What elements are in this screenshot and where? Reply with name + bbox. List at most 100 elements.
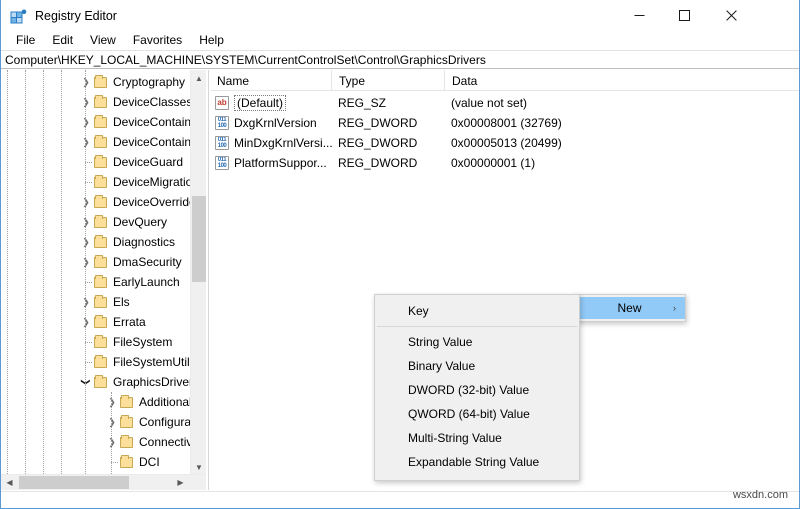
tree-item-label: Cryptography [113, 75, 186, 89]
minimize-button[interactable] [617, 0, 662, 31]
tree-item-filesystem[interactable]: ❯FileSystem [79, 332, 172, 352]
maximize-button[interactable] [662, 0, 707, 31]
menu-item-edit[interactable]: Edit [44, 31, 82, 50]
submenu-item-dword-32-bit-value[interactable]: DWORD (32-bit) Value [375, 378, 579, 402]
registry-tree-pane: ❯ Cryptography ❯ DeviceClasses ❯ DeviceContai… [1, 70, 206, 490]
submenu-item-string-value[interactable]: String Value [375, 330, 579, 354]
submenu-separator [377, 326, 577, 327]
registry-editor-icon [10, 9, 27, 24]
value-row[interactable]: ab (Default) REG_SZ (value not set) [211, 93, 799, 113]
menu-item-view[interactable]: View [82, 31, 125, 50]
submenu-item-key[interactable]: Key [375, 299, 579, 323]
chevron-right-icon[interactable]: ❯ [105, 412, 119, 432]
tree-item-cryptography[interactable]: ❯ Cryptography [79, 72, 185, 92]
value-name-cell: PlatformSuppor... [211, 153, 331, 173]
menu-item-help[interactable]: Help [191, 31, 233, 50]
menu-item-file[interactable]: File [8, 31, 44, 50]
tree-item-errata[interactable]: ❯ Errata [79, 312, 146, 332]
tree-item-deviceclasses[interactable]: ❯ DeviceClasses [79, 92, 190, 112]
scroll-up-icon[interactable]: ▲ [191, 70, 206, 87]
folder-icon [119, 435, 135, 449]
chevron-right-icon[interactable]: ❯ [79, 252, 93, 272]
scroll-right-icon[interactable]: ▶ [172, 475, 189, 490]
menu-bar: File Edit View Favorites Help [1, 30, 799, 51]
tree-item-label: DeviceMigration [113, 175, 190, 189]
column-header-name[interactable]: Name [211, 70, 331, 91]
context-menu-new-submenu: Key String Value Binary Value DWORD (32-bit… [374, 294, 580, 481]
tree-item-devicemigration[interactable]: ❯DeviceMigration [79, 172, 190, 192]
tree-item-filesystemutil[interactable]: ❯FileSystemUtil [79, 352, 190, 372]
tree-item-graphicsdrivers[interactable]: ❯GraphicsDrivers [79, 372, 190, 392]
tree-item-deviceoverride[interactable]: ❯ DeviceOverride [79, 192, 190, 212]
tree-guide-column-3 [61, 70, 62, 476]
chevron-right-icon[interactable]: ❯ [105, 392, 119, 412]
tree-item-deviceguard[interactable]: ❯DeviceGuard [79, 152, 183, 172]
address-bar[interactable]: Computer\HKEY_LOCAL_MACHINE\SYSTEM\Curre… [1, 50, 799, 69]
tree-hscroll-thumb[interactable] [19, 476, 129, 489]
value-name-cell: DxgKrnlVersion [211, 113, 331, 133]
tree-item-label: Errata [113, 315, 146, 329]
tree-guide-tick [85, 162, 92, 163]
submenu-item-binary-value[interactable]: Binary Value [375, 354, 579, 378]
chevron-right-icon[interactable]: ❯ [79, 192, 93, 212]
value-row[interactable]: 011 100 MinDxgKrnlVersi... REG_DWORD 0x00005… [211, 133, 799, 153]
chevron-right-icon[interactable]: ❯ [79, 212, 93, 232]
value-data: 0x00000001 (1) [451, 156, 536, 170]
tree-item-connectivity[interactable]: ❯ Connectivity [105, 432, 190, 452]
column-header-type[interactable]: Type [331, 70, 444, 91]
tree-item-dmasecurity[interactable]: ❯ DmaSecurity [79, 252, 182, 272]
tree-item-earlylaunch[interactable]: ❯EarlyLaunch [79, 272, 180, 292]
chevron-right-icon[interactable]: ❯ [79, 232, 93, 252]
submenu-item-expandable-string-value[interactable]: Expandable String Value [375, 450, 579, 474]
tree-item-els[interactable]: ❯ Els [79, 292, 130, 312]
chevron-right-icon[interactable]: ❯ [79, 132, 93, 152]
scroll-left-icon[interactable]: ◀ [1, 475, 18, 490]
tree-guide-line-sub [111, 392, 112, 476]
tree-guide-tick [85, 282, 92, 283]
chevron-right-icon[interactable]: ❯ [79, 92, 93, 112]
column-header-data[interactable]: Data [444, 70, 644, 91]
tree-item-devicecontainer[interactable]: ❯ DeviceContainer [79, 112, 190, 132]
value-row[interactable]: 011 100 PlatformSuppor... REG_DWORD 0x000000… [211, 153, 799, 173]
tree-vertical-scrollbar[interactable]: ▲ ▼ [190, 70, 206, 476]
tree-vscroll-thumb[interactable] [192, 196, 206, 282]
close-button[interactable] [709, 0, 754, 31]
tree-item-label: FileSystemUtil [113, 355, 190, 369]
tree-item-label: AdditionalM [139, 395, 190, 409]
tree-item-devicecontainer[interactable]: ❯ DeviceContainer [79, 132, 190, 152]
tree-item-label: DeviceClasses [113, 95, 190, 109]
submenu-item-qword-64-bit-value[interactable]: QWORD (64-bit) Value [375, 402, 579, 426]
tree-item-diagnostics[interactable]: ❯ Diagnostics [79, 232, 175, 252]
tree-item-configuration[interactable]: ❯ Configuration [105, 412, 190, 432]
tree-item-label: DeviceContainer [113, 135, 190, 149]
chevron-right-icon[interactable]: ❯ [79, 292, 93, 312]
tree-item-devquery[interactable]: ❯ DevQuery [79, 212, 167, 232]
chevron-right-icon[interactable]: ❯ [79, 312, 93, 332]
value-name: DxgKrnlVersion [234, 116, 317, 130]
tree-guide-column-0 [7, 70, 8, 476]
context-menu-item-new[interactable]: New › [574, 297, 685, 319]
value-name-cell: MinDxgKrnlVersi... [211, 133, 333, 153]
tree-item-additionalm[interactable]: ❯ AdditionalM [105, 392, 190, 412]
watermark: wsxdn.com [732, 489, 788, 501]
tree-horizontal-scrollbar[interactable]: ◀ ▶ [1, 474, 206, 490]
tree-guide-line [85, 70, 86, 476]
registry-path: Computer\HKEY_LOCAL_MACHINE\SYSTEM\Curre… [5, 52, 486, 67]
tree-item-label: FileSystem [113, 335, 173, 349]
value-data: 0x00008001 (32769) [451, 116, 562, 130]
tree-item-label: GraphicsDrivers [113, 375, 190, 389]
chevron-right-icon[interactable]: ❯ [105, 432, 119, 452]
folder-icon [93, 275, 109, 289]
chevron-right-icon[interactable]: ❯ [79, 72, 93, 92]
folder-icon [93, 195, 109, 209]
menu-item-favorites[interactable]: Favorites [125, 31, 191, 50]
value-type: REG_DWORD [338, 156, 418, 170]
folder-icon [93, 355, 109, 369]
folder-icon [93, 255, 109, 269]
value-data: (value not set) [451, 96, 528, 110]
chevron-right-icon[interactable]: ❯ [79, 112, 93, 132]
submenu-item-multi-string-value[interactable]: Multi-String Value [375, 426, 579, 450]
folder-icon [93, 295, 109, 309]
value-row[interactable]: 011 100 DxgKrnlVersion REG_DWORD 0x00008001 … [211, 113, 799, 133]
registry-tree: ❯ Cryptography ❯ DeviceClasses ❯ DeviceContai… [1, 70, 190, 476]
